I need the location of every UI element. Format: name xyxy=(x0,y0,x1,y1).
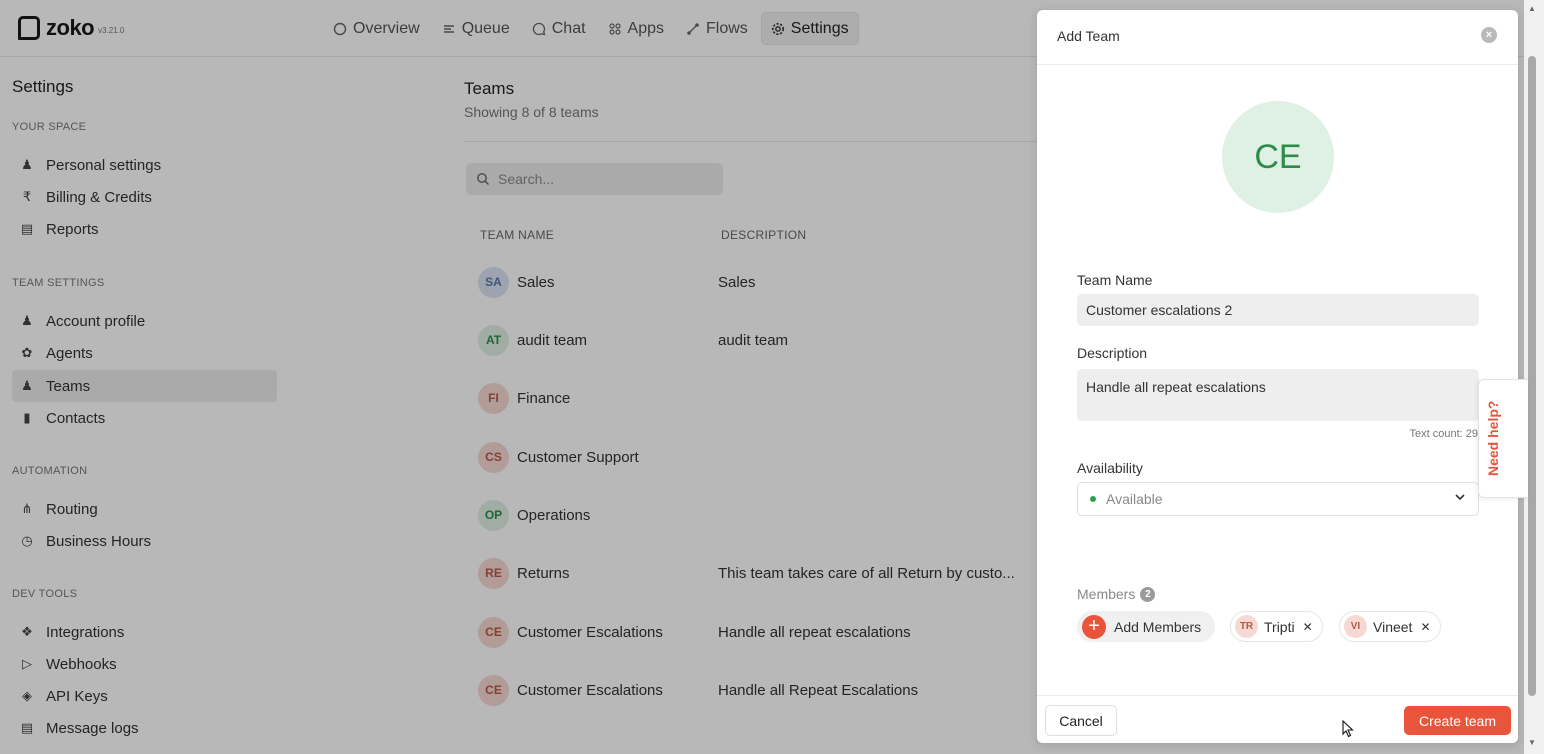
chevron-down-icon xyxy=(1454,491,1466,506)
member-name: Tripti xyxy=(1264,618,1295,635)
cancel-button[interactable]: Cancel xyxy=(1045,705,1117,736)
availability-label: Availability xyxy=(1077,460,1143,476)
members-count-badge: 2 xyxy=(1140,586,1156,602)
member-chip-tripti: TR Tripti ✕ xyxy=(1230,611,1323,642)
add-team-modal: Add Team × CE Team Name Customer escalat… xyxy=(1037,10,1518,743)
team-name-label: Team Name xyxy=(1077,272,1153,288)
member-name: Vineet xyxy=(1373,618,1413,635)
member-chip-vineet: VI Vineet ✕ xyxy=(1339,611,1441,642)
close-icon[interactable]: × xyxy=(1481,27,1497,43)
add-members-label: Add Members xyxy=(1114,618,1202,635)
availability-value: Available xyxy=(1106,491,1163,507)
plus-icon: + xyxy=(1082,614,1106,639)
need-help-tab[interactable]: Need help? xyxy=(1478,379,1528,498)
team-name-input[interactable]: Customer escalations 2 xyxy=(1077,294,1479,326)
page-scrollbar[interactable]: ▲ ▼ xyxy=(1524,0,1544,754)
scroll-down-arrow-icon[interactable]: ▼ xyxy=(1527,738,1537,748)
add-members-button[interactable]: + Add Members xyxy=(1077,611,1216,642)
modal-header: Add Team × xyxy=(1037,10,1518,65)
members-label-text: Members xyxy=(1077,586,1136,602)
status-dot-icon xyxy=(1090,496,1096,502)
avatar: TR xyxy=(1235,615,1258,638)
modal-footer: Cancel Create team xyxy=(1037,695,1518,743)
members-label: Members 2 xyxy=(1077,586,1156,602)
remove-member-icon[interactable]: ✕ xyxy=(1303,620,1313,634)
mouse-cursor-icon xyxy=(1342,720,1354,738)
modal-title: Add Team xyxy=(1057,28,1120,44)
text-count: Text count: 29 xyxy=(1409,428,1479,440)
scrollbar-thumb[interactable] xyxy=(1528,56,1536,696)
remove-member-icon[interactable]: ✕ xyxy=(1420,620,1430,634)
availability-select[interactable]: Available xyxy=(1077,482,1479,516)
description-textarea[interactable]: Handle all repeat escalations xyxy=(1077,369,1479,421)
create-team-button[interactable]: Create team xyxy=(1404,706,1511,735)
description-label: Description xyxy=(1077,345,1148,361)
avatar: VI xyxy=(1344,615,1367,638)
need-help-label: Need help? xyxy=(1485,400,1501,476)
team-avatar[interactable]: CE xyxy=(1222,101,1334,213)
scroll-up-arrow-icon[interactable]: ▲ xyxy=(1527,4,1537,14)
